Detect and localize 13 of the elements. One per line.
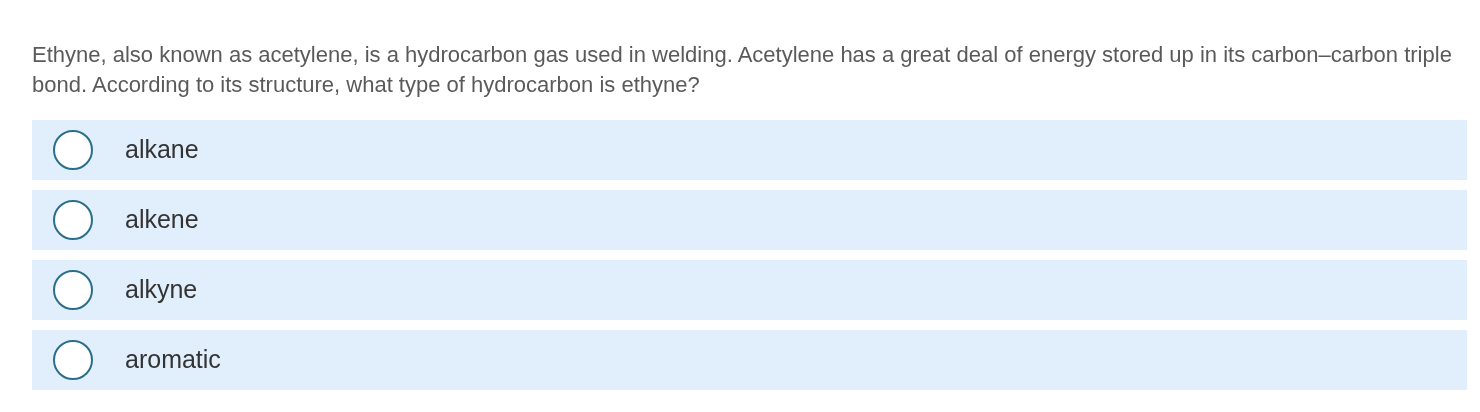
radio-button[interactable] — [53, 130, 93, 170]
question-text: Ethyne, also known as acetylene, is a hydrocarbon gas used in welding. Acetylene has a great deal of energy stored up in its carbon–carbon triple bond. According to its structure, what type of hydrocarbon is ethyne? — [32, 41, 1453, 99]
option-label: alkane — [125, 134, 199, 166]
answer-option[interactable]: alkyne — [32, 260, 1467, 320]
answer-option[interactable]: alkane — [32, 120, 1467, 180]
option-label: alkyne — [125, 274, 198, 306]
answer-option[interactable]: aromatic — [32, 330, 1467, 390]
option-label: alkene — [125, 204, 199, 236]
answer-option[interactable]: alkene — [32, 190, 1467, 250]
radio-button[interactable] — [53, 270, 93, 310]
radio-button[interactable] — [53, 200, 93, 240]
radio-button[interactable] — [53, 340, 93, 380]
option-label: aromatic — [125, 344, 221, 376]
